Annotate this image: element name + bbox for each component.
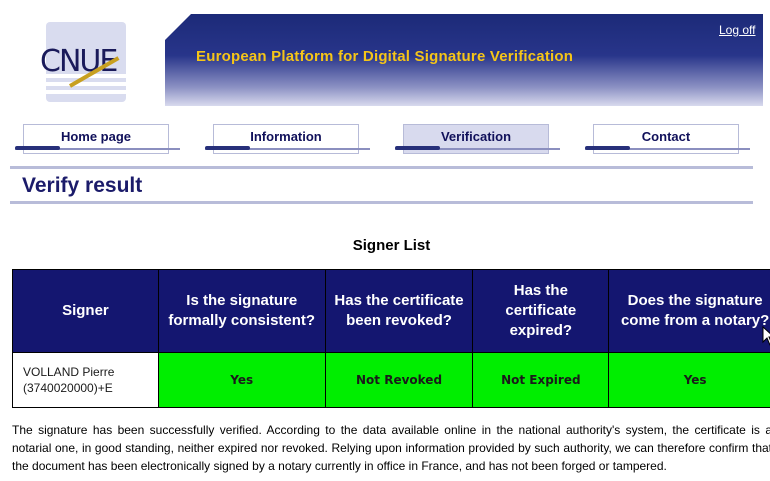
header-consistent: Is the signature formally consistent? (157, 269, 326, 353)
signer-cell: VOLLAND Pierre (3740020000)+E (12, 352, 159, 408)
signer-name: VOLLAND Pierre (23, 365, 115, 379)
nav-underline-accent (15, 146, 60, 150)
header-fold-corner (165, 14, 191, 40)
verification-result-text: The signature has been successfully veri… (12, 423, 770, 473)
signer-table: Signer Is the signature formally consist… (12, 269, 770, 408)
page-title: Verify result (22, 174, 143, 197)
revoked-status: Not Revoked (324, 352, 474, 408)
header-revoked: Has the certificate been revoked? (324, 269, 474, 353)
title-rule-bottom (10, 201, 753, 204)
signer-list-title: Signer List (352, 237, 431, 254)
title-rule-top (10, 166, 753, 169)
signer-id: (3740020000)+E (23, 381, 113, 395)
header-expired: Has the certificate expired? (472, 269, 610, 353)
table-header-row: Signer Is the signature formally consist… (12, 269, 770, 353)
nav-underline-accent (395, 146, 440, 150)
consistent-status: Yes (157, 352, 326, 408)
header-notary: Does the signature come from a notary? (608, 269, 770, 353)
logoff-link[interactable]: Log off (719, 23, 755, 37)
logo: CNUE (10, 14, 165, 108)
notary-status: Yes (608, 352, 770, 408)
site-title: European Platform for Digital Signature … (196, 48, 574, 65)
expired-status: Not Expired (472, 352, 610, 408)
logo-text: CNUE (40, 44, 118, 79)
nav-underline-accent (205, 146, 250, 150)
header-signer: Signer (12, 269, 159, 353)
nav-underline-accent (585, 146, 630, 150)
table-row: VOLLAND Pierre (3740020000)+E Yes Not Re… (12, 352, 770, 408)
